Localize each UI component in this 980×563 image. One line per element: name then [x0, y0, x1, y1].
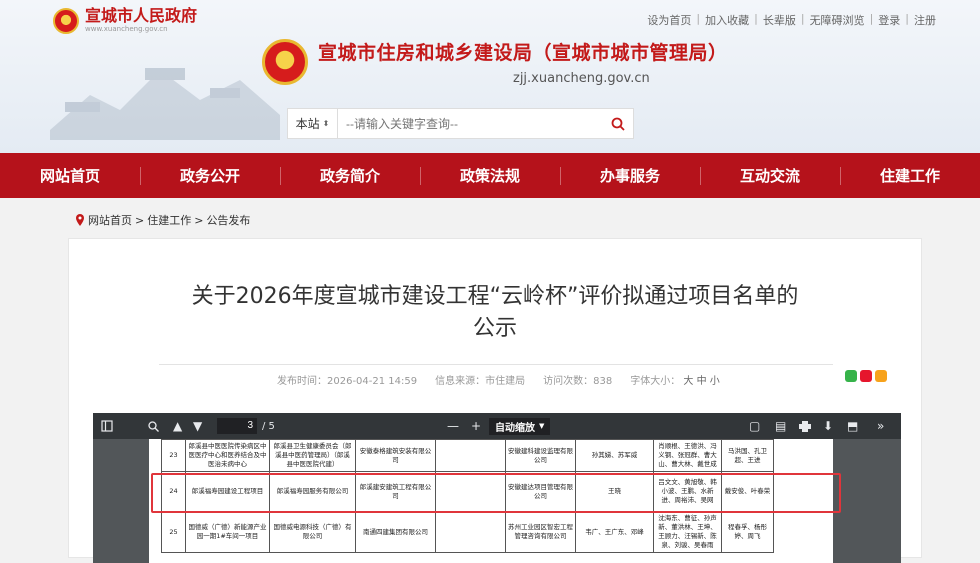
- qzone-share-icon[interactable]: [875, 370, 887, 382]
- breadcrumb-page[interactable]: 公告发布: [206, 212, 250, 228]
- view-count: 访问次数：838: [543, 376, 613, 387]
- open-file-icon[interactable]: ▤: [775, 413, 786, 439]
- article-title-line: 关于2026年度宣城市建设工程“云岭杯”评价拟通过项目名单的: [191, 284, 799, 309]
- link-set-homepage[interactable]: 设为首页: [647, 12, 691, 28]
- breadcrumb-home[interactable]: 网站首页: [88, 212, 132, 228]
- link-elder-version[interactable]: 长辈版: [763, 12, 796, 28]
- zoom-out-button[interactable]: —: [447, 413, 459, 439]
- next-page-icon[interactable]: ▼: [193, 413, 202, 439]
- search-scope-select[interactable]: 本站 ⬍: [288, 109, 338, 138]
- link-accessibility[interactable]: 无障碍浏览: [810, 12, 865, 28]
- portal-title: 宣城市人民政府: [85, 6, 198, 25]
- breadcrumb-separator: >: [135, 213, 145, 227]
- zoom-value: 自动缩放: [495, 422, 535, 434]
- font-large-button[interactable]: 大: [683, 376, 693, 387]
- pdf-page: 23 郎溪县中医医院传染病区中医医疗中心和医养结合及中医治未病中心 郎溪县卫生健…: [149, 439, 841, 563]
- zoom-wrap: 自动缩放 ▼: [489, 413, 551, 439]
- breadcrumb-separator: >: [194, 213, 204, 227]
- print-icon[interactable]: [799, 413, 811, 439]
- search-button[interactable]: [603, 109, 633, 138]
- table-cell: [435, 511, 506, 553]
- main-nav: 网站首页 政务公开 政务简介 政策法规 办事服务 互动交流 住建工作: [0, 153, 980, 198]
- page-number-input[interactable]: [217, 418, 257, 434]
- divider: [159, 364, 833, 365]
- bookmark-icon[interactable]: ⬒: [847, 413, 858, 439]
- national-emblem-icon: [262, 39, 308, 85]
- article-title-line: 公示: [472, 316, 517, 341]
- portal-domain: www.xuancheng.gov.cn: [85, 25, 168, 33]
- chevron-down-icon: ▼: [539, 422, 545, 430]
- article-card: 关于2026年度宣城市建设工程“云岭杯”评价拟通过项目名单的 公示 发布时间：2…: [68, 238, 922, 563]
- previous-page-icon[interactable]: ▲: [173, 413, 182, 439]
- portal-logo[interactable]: 宣城市人民政府 www.xuancheng.gov.cn: [53, 7, 197, 34]
- table-cell: 肖顺根、王德洪、冯义钢、张冠群、曹大山、曹大林、戴世成: [653, 439, 722, 472]
- article-meta: 发布时间：2026-04-21 14:59 信息来源：市住建局 访问次数：838…: [277, 372, 720, 387]
- national-emblem-icon: [53, 7, 79, 34]
- table-cell: 马洪国、孔卫超、王进: [721, 439, 774, 472]
- bureau-logo: 宣城市住房和城乡建设局（宣城市城市管理局） zjj.xuancheng.gov.…: [262, 38, 728, 86]
- pdf-toolbar: ▲ ▼ / 5 — + 自动缩放 ▼ ▢ ▤ ⬇ ⬒ »: [93, 413, 901, 439]
- page-nav: / 5: [217, 413, 275, 439]
- wechat-share-icon[interactable]: [845, 370, 857, 382]
- publish-time: 发布时间：2026-04-21 14:59: [277, 376, 418, 387]
- table-cell: 沈海东、曹征、孙声新、董洪林、王坤、王顾力、汪锡新、陈泉、刘骏、吴春雨: [653, 511, 722, 553]
- table-cell: 程春孚、杨彤婷、周飞: [721, 511, 774, 553]
- weibo-share-icon[interactable]: [860, 370, 872, 382]
- breadcrumb: 网站首页 > 住建工作 > 公告发布: [75, 212, 250, 228]
- nav-home[interactable]: 网站首页: [0, 153, 140, 198]
- table-cell: 南通四建集团有限公司: [355, 511, 436, 553]
- table-row: 25 国德威（广德）新能源产业园一期1#车间一项目 国德威电源科技（广德）有限公…: [161, 511, 774, 553]
- top-links: 设为首页 | 加入收藏 | 长辈版 | 无障碍浏览 | 登录 | 注册: [647, 12, 936, 28]
- nav-policies[interactable]: 政策法规: [420, 153, 560, 198]
- zoom-select[interactable]: 自动缩放 ▼: [489, 417, 551, 435]
- zoom-in-button[interactable]: +: [471, 413, 481, 439]
- font-size-label: 字体大小：: [630, 376, 681, 387]
- search-scope-value: 本站: [295, 117, 320, 131]
- find-icon[interactable]: [148, 413, 159, 439]
- updown-arrow-icon: ⬍: [322, 119, 330, 128]
- nav-construction-work[interactable]: 住建工作: [840, 153, 980, 198]
- table-cell: 韦广、王广东、邓峰: [575, 511, 654, 553]
- table-cell: 孙其娣、苏军威: [575, 439, 654, 472]
- font-medium-button[interactable]: 中: [697, 376, 707, 387]
- landscape-decoration: [50, 68, 280, 140]
- table-cell: 安徽泰格建筑安装有限公司: [355, 439, 436, 472]
- nav-services[interactable]: 办事服务: [560, 153, 700, 198]
- page-total: / 5: [262, 420, 275, 432]
- bureau-title: 宣城市住房和城乡建设局（宣城市城市管理局）: [318, 42, 728, 64]
- table-cell: 安徽建科建设监理有限公司: [505, 439, 576, 472]
- highlight-box: [151, 473, 841, 513]
- presentation-mode-icon[interactable]: ▢: [749, 413, 760, 439]
- table-cell: 23: [161, 439, 186, 472]
- table-cell: 郎溪县卫生健康委员会（郎溪县中医药管理局）（郎溪县中医医院代建）: [269, 439, 356, 472]
- table-cell: 25: [161, 511, 186, 553]
- table-cell: 国德威（广德）新能源产业园一期1#车间一项目: [185, 511, 270, 553]
- bureau-domain: zjj.xuancheng.gov.cn: [513, 71, 650, 86]
- search-icon: [611, 117, 625, 131]
- table-cell: 郎溪县中医医院传染病区中医医疗中心和医养结合及中医治未病中心: [185, 439, 270, 472]
- header-banner: 宣城市人民政府 www.xuancheng.gov.cn 设为首页 | 加入收藏 |…: [0, 0, 980, 153]
- link-register[interactable]: 注册: [914, 12, 936, 28]
- tools-menu-icon[interactable]: »: [877, 413, 884, 439]
- info-source: 信息来源：市住建局: [435, 376, 526, 387]
- table-cell: [435, 439, 506, 472]
- nav-introduction[interactable]: 政务简介: [280, 153, 420, 198]
- font-size-control: 字体大小： 大 中 小: [630, 372, 720, 387]
- font-small-button[interactable]: 小: [710, 376, 720, 387]
- search-input[interactable]: [338, 109, 603, 138]
- location-pin-icon: [76, 214, 84, 226]
- link-login[interactable]: 登录: [878, 12, 900, 28]
- share-buttons: [845, 370, 887, 382]
- sidebar-toggle-icon[interactable]: [101, 413, 113, 439]
- breadcrumb-section[interactable]: 住建工作: [147, 212, 191, 228]
- table-cell: 苏州工业园区智宏工程管理咨询有限公司: [505, 511, 576, 553]
- table-cell: 国德威电源科技（广德）有限公司: [269, 511, 356, 553]
- table-row: 23 郎溪县中医医院传染病区中医医疗中心和医养结合及中医治未病中心 郎溪县卫生健…: [161, 439, 774, 472]
- article-title: 关于2026年度宣城市建设工程“云岭杯”评价拟通过项目名单的 公示: [69, 281, 921, 345]
- search-bar: 本站 ⬍: [287, 108, 634, 139]
- nav-interaction[interactable]: 互动交流: [700, 153, 840, 198]
- nav-government-affairs[interactable]: 政务公开: [140, 153, 280, 198]
- download-icon[interactable]: ⬇: [823, 413, 833, 439]
- link-add-favorite[interactable]: 加入收藏: [705, 12, 749, 28]
